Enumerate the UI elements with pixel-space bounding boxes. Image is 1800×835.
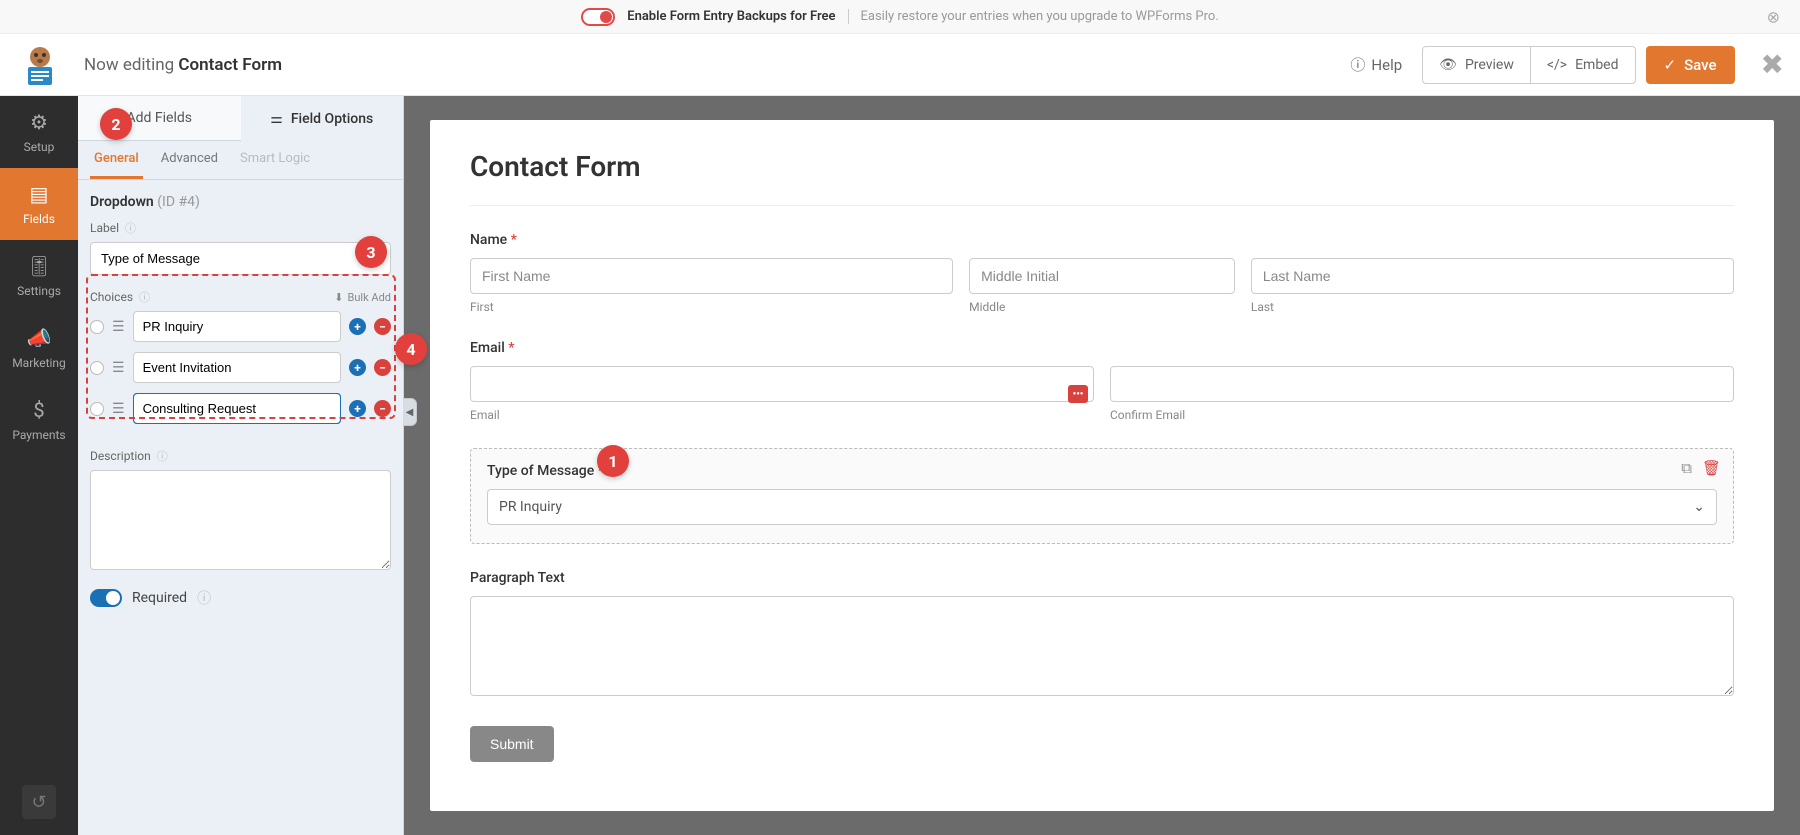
help-icon[interactable]: ⓘ [197, 588, 211, 608]
help-icon: ⓘ [1350, 54, 1365, 75]
eye-icon: 👁 [1439, 57, 1457, 73]
paragraph-textarea[interactable] [470, 596, 1734, 696]
description-label: Descriptionⓘ [90, 448, 391, 464]
submit-button[interactable]: Submit [470, 726, 554, 762]
help-icon[interactable]: ⓘ [125, 220, 136, 236]
choice-default-radio[interactable] [90, 402, 104, 416]
tab-field-options[interactable]: ⚌ Field Options [241, 96, 404, 141]
chevron-down-icon: ⌄ [1693, 499, 1705, 515]
annotation-callout-4: 4 [395, 333, 427, 365]
choice-input[interactable] [133, 393, 341, 424]
choice-row: ☰ + − [90, 352, 391, 383]
subtab-general[interactable]: General [90, 141, 143, 179]
choice-remove-icon[interactable]: − [374, 400, 391, 417]
first-sublabel: First [470, 300, 953, 314]
choice-add-icon[interactable]: + [349, 400, 366, 417]
label-label: Labelⓘ [90, 220, 391, 236]
drag-handle-icon[interactable]: ☰ [112, 361, 125, 375]
form-title[interactable]: Contact Form [470, 150, 1734, 206]
backup-toggle[interactable] [581, 8, 615, 26]
nav-payments[interactable]: $ Payments [0, 384, 78, 456]
description-textarea[interactable] [90, 470, 391, 570]
dollar-icon: $ [33, 398, 44, 422]
preview-button[interactable]: 👁 Preview [1423, 47, 1530, 83]
choice-default-radio[interactable] [90, 361, 104, 375]
label-input[interactable] [90, 242, 391, 275]
fields-icon: ▤ [30, 182, 49, 206]
embed-button[interactable]: </> Embed [1530, 47, 1635, 83]
help-icon[interactable]: ⓘ [157, 448, 168, 464]
notice-close-icon[interactable]: ⊗ [1767, 7, 1780, 26]
type-of-message-label: Type of Message [487, 463, 594, 479]
editing-label: Now editing Contact Form [84, 55, 282, 75]
sliders-icon: 🎚 [26, 254, 51, 278]
choices-label: Choices [90, 290, 133, 304]
save-button[interactable]: ✓ Save [1646, 46, 1735, 84]
delete-icon[interactable]: 🗑 [1702, 459, 1721, 477]
nav-setup[interactable]: ⚙ Setup [0, 96, 78, 168]
confirm-email-input[interactable] [1110, 366, 1734, 402]
field-heading: Dropdown (ID #4) [78, 180, 403, 220]
annotation-callout-3: 3 [355, 236, 387, 268]
gear-icon: ⚙ [30, 110, 48, 134]
email-input[interactable] [470, 366, 1094, 402]
collapse-panel-icon[interactable]: ◀ [403, 398, 417, 426]
preview-embed-group: 👁 Preview </> Embed [1422, 46, 1635, 84]
nav-marketing[interactable]: 📣 Marketing [0, 312, 78, 384]
close-builder-icon[interactable]: ✖ [1761, 48, 1784, 81]
choice-remove-icon[interactable]: − [374, 318, 391, 335]
selected-dropdown-field[interactable]: ⧉ 🗑 Type of Message * PR Inquiry ⌄ 1 [470, 448, 1734, 544]
top-notice-bar: Enable Form Entry Backups for Free Easil… [0, 0, 1800, 34]
left-nav: ⚙ Setup ▤ Fields 🎚 Settings 📣 Marketing … [0, 96, 78, 835]
choice-input[interactable] [133, 352, 341, 383]
header-bar: Now editing Contact Form ⓘ Help 👁 Previe… [0, 34, 1800, 96]
required-label: Required [132, 590, 187, 606]
annotation-callout-2: 2 [100, 108, 132, 140]
choice-remove-icon[interactable]: − [374, 359, 391, 376]
form-canvas: Contact Form Name * First Middle Last [430, 120, 1774, 811]
choice-input[interactable] [133, 311, 341, 342]
wpforms-logo[interactable] [16, 41, 64, 89]
field-options-panel: Add Fields ⚌ Field Options General Advan… [78, 96, 404, 835]
notice-subtitle: Easily restore your entries when you upg… [848, 9, 1219, 24]
middle-initial-input[interactable] [969, 258, 1235, 294]
drag-handle-icon[interactable]: ☰ [112, 320, 125, 334]
annotation-callout-1: 1 [597, 445, 629, 477]
last-name-input[interactable] [1251, 258, 1734, 294]
choice-row: ☰ + − [90, 311, 391, 342]
required-toggle[interactable] [90, 589, 122, 607]
check-icon: ✓ [1664, 56, 1677, 74]
duplicate-icon[interactable]: ⧉ [1681, 459, 1692, 477]
password-manager-icon[interactable]: ••• [1068, 385, 1088, 403]
bulk-add-link[interactable]: ⬇ Bulk Add [334, 291, 391, 304]
confirm-email-sublabel: Confirm Email [1110, 408, 1734, 422]
email-label: Email * [470, 340, 1734, 356]
choice-row: ☰ + − [90, 393, 391, 424]
code-icon: </> [1547, 57, 1567, 73]
type-of-message-select[interactable]: PR Inquiry ⌄ [487, 489, 1717, 525]
notice-title: Enable Form Entry Backups for Free [627, 9, 835, 24]
email-sublabel: Email [470, 408, 1094, 422]
name-label: Name * [470, 232, 1734, 248]
choice-add-icon[interactable]: + [349, 318, 366, 335]
megaphone-icon: 📣 [27, 326, 52, 350]
choice-default-radio[interactable] [90, 320, 104, 334]
options-icon: ⚌ [270, 111, 283, 127]
subtab-smart-logic[interactable]: Smart Logic [236, 141, 314, 179]
first-name-input[interactable] [470, 258, 953, 294]
history-icon[interactable]: ↺ [22, 785, 56, 819]
choice-add-icon[interactable]: + [349, 359, 366, 376]
nav-settings[interactable]: 🎚 Settings [0, 240, 78, 312]
help-link[interactable]: ⓘ Help [1350, 54, 1402, 75]
download-icon: ⬇ [334, 291, 343, 304]
form-preview-area: Contact Form Name * First Middle Last [404, 96, 1800, 835]
last-sublabel: Last [1251, 300, 1734, 314]
help-icon[interactable]: ⓘ [139, 289, 150, 305]
paragraph-label: Paragraph Text [470, 570, 1734, 586]
drag-handle-icon[interactable]: ☰ [112, 402, 125, 416]
nav-fields[interactable]: ▤ Fields [0, 168, 78, 240]
subtab-advanced[interactable]: Advanced [157, 141, 222, 179]
middle-sublabel: Middle [969, 300, 1235, 314]
